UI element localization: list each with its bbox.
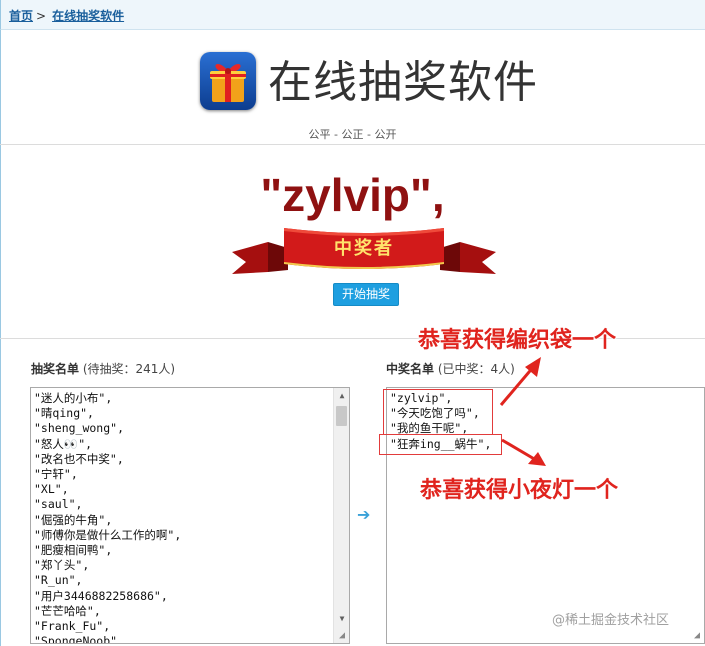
candidates-textarea[interactable]: "迷人的小布", "晴qing", "sheng_wong", "怒人👀", "改名也不… (30, 387, 350, 644)
breadcrumb-home-link[interactable]: 首页 (9, 9, 33, 23)
candidates-status: (待抽奖：241人) (82, 362, 176, 376)
app-header: 在线抽奖软件 公平 - 公正 - 公开 (0, 30, 705, 145)
resize-grip-icon[interactable]: ◢ (336, 630, 348, 642)
list-item: "郑丫头", (34, 558, 90, 573)
list-item: "怒人👀", (34, 436, 93, 451)
list-item: "倔强的牛角", (34, 512, 113, 527)
candidates-title-label: 抽奖名单 (31, 362, 80, 376)
winner-ribbon-label: 中奖者 (334, 238, 394, 259)
breadcrumb: 首页 > 在线抽奖软件 (0, 0, 705, 30)
annotation-bottom-text: 恭喜获得小夜灯一个 (420, 478, 619, 503)
list-item: "Frank_Fu", (34, 619, 111, 634)
breadcrumb-separator: > (36, 9, 47, 23)
scroll-down-icon[interactable]: ▼ (334, 611, 349, 627)
list-item: "R_un", (34, 573, 83, 588)
current-winner-display: "zylvip", (260, 169, 445, 221)
winners-title-label: 中奖名单 (386, 362, 435, 376)
highlight-box-fourth (379, 434, 502, 455)
scroll-up-icon[interactable]: ▲ (334, 388, 349, 404)
breadcrumb-current-link[interactable]: 在线抽奖软件 (52, 9, 124, 23)
list-item: "晴qing", (34, 406, 94, 421)
list-item: "sheng_wong", (34, 421, 125, 436)
start-draw-button[interactable]: 开始抽奖 (333, 283, 399, 306)
list-item: "肥瘦相间鸭", (34, 543, 113, 558)
list-item: "SpongeNoob", (34, 634, 125, 644)
resize-grip-icon[interactable]: ◢ (691, 630, 703, 642)
list-item: "改名也不中奖", (34, 451, 124, 466)
list-item: "师傅你是做什么工作的啊", (34, 527, 182, 542)
app-title: 在线抽奖软件 (268, 57, 538, 108)
annotation-top-text: 恭喜获得编织袋一个 (418, 328, 617, 353)
list-item: "迷人的小布", (34, 391, 113, 405)
list-item: "saul", (34, 497, 83, 512)
candidates-list: "迷人的小布", "晴qing", "sheng_wong", "怒人👀", "改名也不… (31, 388, 349, 644)
candidates-title: 抽奖名单 (待抽奖：241人) (31, 360, 175, 377)
list-item: "XL", (34, 482, 69, 497)
candidates-scrollbar[interactable]: ▲ ▼ (333, 388, 349, 643)
watermark: @稀土掘金技术社区 (552, 613, 670, 628)
highlight-box-first-three (383, 389, 493, 435)
winner-ribbon-banner: 中奖者 (228, 222, 500, 282)
list-item: "芒芒哈哈", (34, 603, 101, 618)
annotation-arrow-bottom-icon (501, 438, 546, 466)
list-item: "宁轩", (34, 467, 78, 482)
annotation-arrow-top-icon (499, 357, 541, 406)
arrow-right-icon: ➔ (357, 505, 371, 524)
tagline: 公平 - 公正 - 公开 (308, 128, 397, 141)
list-item: "用户3446882258686", (34, 588, 168, 603)
gift-box-icon (200, 52, 256, 110)
scroll-thumb[interactable] (336, 406, 347, 426)
